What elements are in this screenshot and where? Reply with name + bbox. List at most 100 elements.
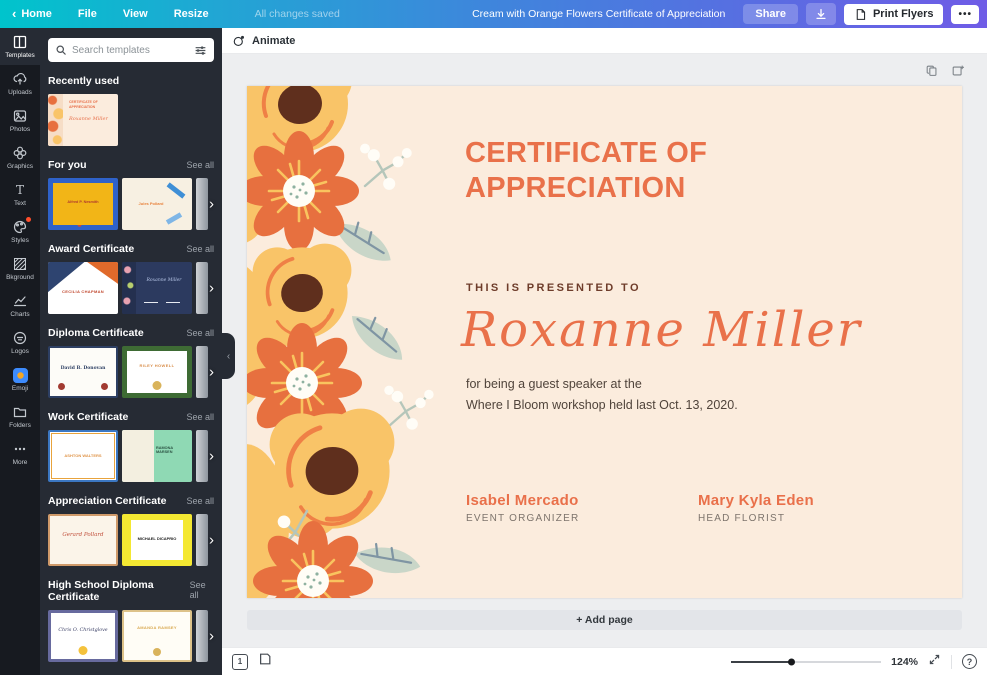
top-menu: ‹ Home File View Resize All changes save… (12, 8, 340, 20)
more-options-button[interactable]: ••• (951, 5, 979, 24)
add-page-button[interactable]: + Add page (247, 610, 962, 630)
divider (951, 655, 952, 669)
see-all-link[interactable]: See all (186, 328, 214, 338)
template-thumbnail[interactable]: ASHTON WALTERS (48, 430, 118, 482)
resize-menu[interactable]: Resize (174, 8, 209, 20)
template-thumbnail[interactable]: David B. Donovan (48, 346, 118, 398)
thumb-name: RAMONA MARSEN (156, 446, 190, 454)
download-button[interactable] (806, 3, 836, 25)
body-line-1: for being a guest speaker at the (466, 374, 738, 395)
decoration (58, 383, 65, 390)
thumb-name: Roxanne Miller (136, 278, 192, 283)
template-thumbnail-partial[interactable] (196, 262, 208, 314)
carousel-next-icon[interactable]: › (209, 281, 214, 296)
template-thumbnail-partial[interactable] (196, 346, 208, 398)
top-bar: ‹ Home File View Resize All changes save… (0, 0, 987, 28)
carousel-next-icon[interactable]: › (209, 365, 214, 380)
template-thumbnail-partial[interactable] (196, 430, 208, 482)
certificate-page[interactable]: CERTIFICATE OF APPRECIATION THIS IS PRES… (247, 86, 962, 598)
certificate-title[interactable]: CERTIFICATE OF APPRECIATION (465, 136, 800, 207)
sidebar-item-logos[interactable]: Logos (0, 324, 40, 361)
svg-text:T: T (16, 183, 24, 197)
template-thumbnail-partial[interactable] (196, 610, 208, 662)
file-menu[interactable]: File (78, 8, 97, 20)
fullscreen-icon[interactable] (928, 653, 941, 671)
sidebar-item-templates[interactable]: Templates (0, 28, 40, 65)
sidebar-item-styles[interactable]: Styles (0, 213, 40, 250)
thumb-name: Chris O. Christglove (51, 628, 115, 633)
background-pattern-icon (12, 256, 28, 272)
notes-icon[interactable] (258, 652, 272, 671)
see-all-link[interactable]: See all (186, 160, 214, 170)
template-thumbnail[interactable]: Gerard Pollard (48, 514, 118, 566)
add-page-icon-button[interactable] (951, 64, 965, 83)
template-thumbnail[interactable]: CERTIFICATE OF APPRECIATION Roxanne Mill… (48, 94, 118, 146)
carousel-next-icon[interactable]: › (209, 197, 214, 212)
template-thumbnail[interactable]: RILEY HOWELL (122, 346, 192, 398)
search-input[interactable] (72, 45, 189, 56)
signature-block-1[interactable]: Isabel Mercado EVENT ORGANIZER (466, 492, 698, 524)
sidebar-item-charts[interactable]: Charts (0, 287, 40, 324)
duplicate-page-button[interactable] (925, 64, 939, 83)
carousel-next-icon[interactable]: › (209, 449, 214, 464)
sidebar-item-uploads[interactable]: Uploads (0, 65, 40, 102)
photo-icon (12, 108, 28, 124)
carousel-next-icon[interactable]: › (209, 629, 214, 644)
template-thumbnail[interactable]: MICHAEL DICAPRIO (122, 514, 192, 566)
sidebar-item-photos[interactable]: Photos (0, 102, 40, 139)
editor-body: Templates Uploads Photos Graphics T Text (0, 28, 987, 675)
search-bar[interactable] (48, 38, 214, 62)
template-thumbnail[interactable]: CECILIA CHAPMAN (48, 262, 118, 314)
rail-label: Photos (10, 126, 30, 133)
slider-handle[interactable] (788, 658, 795, 665)
sidebar-item-graphics[interactable]: Graphics (0, 139, 40, 176)
animate-icon (232, 34, 246, 48)
see-all-link[interactable]: See all (190, 580, 214, 600)
template-thumbnail[interactable]: Jules Pollard (122, 178, 192, 230)
thumb-name: Jules Pollard (122, 201, 192, 206)
document-title[interactable]: Cream with Orange Flowers Certificate of… (472, 8, 725, 20)
template-thumbnail-partial[interactable] (196, 178, 208, 230)
section-title: Appreciation Certificate (48, 495, 166, 507)
carousel-next-icon[interactable]: › (209, 533, 214, 548)
save-status: All changes saved (255, 8, 340, 20)
sidebar-item-more[interactable]: More (0, 435, 40, 472)
share-button[interactable]: Share (743, 4, 798, 24)
section-title: Award Certificate (48, 243, 134, 255)
signature-block-2[interactable]: Mary Kyla Eden HEAD FLORIST (698, 492, 930, 524)
recipient-name[interactable]: Roxanne Miller (461, 302, 862, 358)
see-all-link[interactable]: See all (186, 412, 214, 422)
sidebar-item-emoji[interactable]: Emoji (0, 361, 40, 398)
zoom-level[interactable]: 124% (891, 656, 918, 668)
certificate-body-text[interactable]: for being a guest speaker at the Where I… (466, 374, 738, 415)
body-line-2: Where I Bloom workshop held last Oct. 13… (466, 395, 738, 416)
see-all-link[interactable]: See all (186, 244, 214, 254)
animate-button[interactable]: Animate (252, 35, 295, 47)
decoration (122, 430, 154, 482)
sidebar-item-background[interactable]: Bkground (0, 250, 40, 287)
document-icon (854, 8, 867, 21)
filter-icon[interactable] (194, 44, 207, 57)
panel-collapse-button[interactable]: ‹ (222, 333, 235, 379)
home-button[interactable]: ‹ Home (12, 8, 52, 20)
page-number-indicator[interactable]: 1 (232, 654, 248, 670)
view-menu[interactable]: View (123, 8, 148, 20)
template-thumbnail[interactable]: AMANDA RAMSEY (122, 610, 192, 662)
template-thumbnail[interactable]: RAMONA MARSEN (122, 430, 192, 482)
folder-icon (12, 404, 28, 420)
template-thumbnail[interactable]: Roxanne Miller (122, 262, 192, 314)
print-flyers-label: Print Flyers (873, 8, 934, 20)
print-flyers-button[interactable]: Print Flyers (844, 4, 944, 25)
sidebar-item-folders[interactable]: Folders (0, 398, 40, 435)
sidebar-item-text[interactable]: T Text (0, 176, 40, 213)
rail-label: Bkground (6, 274, 34, 281)
help-button[interactable]: ? (962, 654, 977, 669)
zoom-slider[interactable] (731, 655, 881, 669)
template-thumbnail[interactable]: Chris O. Christglove (48, 610, 118, 662)
template-thumbnail-partial[interactable] (196, 514, 208, 566)
presented-to-label[interactable]: THIS IS PRESENTED TO (466, 282, 641, 294)
see-all-link[interactable]: See all (186, 496, 214, 506)
status-bar: 1 124% ? (222, 647, 987, 675)
rail-label: Charts (10, 311, 29, 318)
template-thumbnail[interactable]: Alfred P. Nesmith (48, 178, 118, 230)
